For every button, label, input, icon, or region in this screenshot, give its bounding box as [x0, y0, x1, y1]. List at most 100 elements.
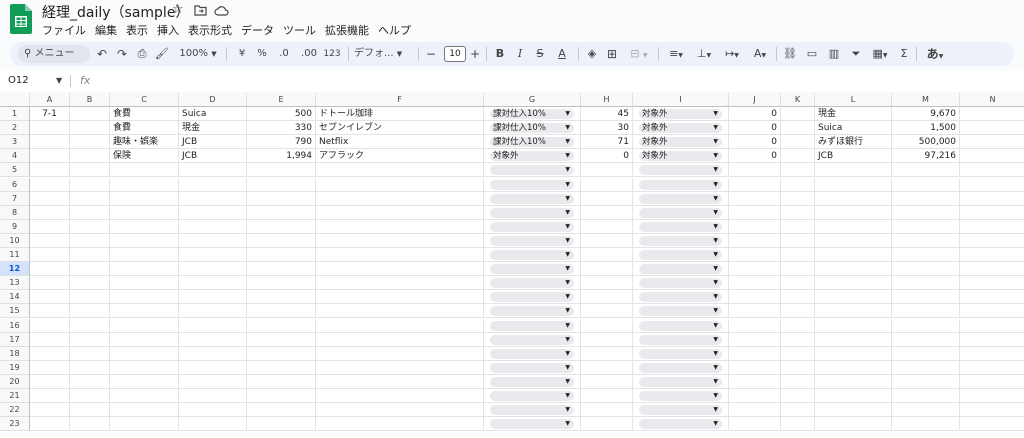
cell-h4[interactable]: 0 — [581, 149, 633, 164]
cell-n23[interactable] — [960, 417, 1024, 432]
cell-g10[interactable]: ▼ — [484, 233, 581, 248]
filter-views-icon[interactable]: ▦▼ — [868, 42, 892, 66]
cell-i14[interactable]: ▼ — [633, 290, 729, 305]
cell-l18[interactable] — [815, 346, 892, 361]
cell-b11[interactable] — [70, 248, 110, 262]
cell-k19[interactable] — [781, 360, 815, 375]
dropdown-chip[interactable]: ▼ — [490, 334, 574, 345]
increase-decimal-button[interactable]: .00 — [298, 42, 320, 66]
cell-g12[interactable]: ▼ — [484, 262, 581, 277]
dropdown-chip[interactable]: ▼ — [490, 250, 574, 260]
cell-e13[interactable] — [247, 276, 316, 291]
cell-g9[interactable]: ▼ — [484, 219, 581, 234]
cell-i17[interactable]: ▼ — [633, 332, 729, 347]
cell-k20[interactable] — [781, 374, 815, 389]
column-header-g[interactable]: G — [484, 93, 581, 107]
cell-j16[interactable] — [729, 318, 781, 333]
cell-k1[interactable] — [781, 107, 815, 121]
cell-h1[interactable]: 45 — [581, 107, 633, 121]
cell-d1[interactable]: Suica — [179, 107, 247, 121]
cell-h6[interactable] — [581, 177, 633, 192]
cell-m11[interactable] — [892, 248, 960, 262]
cell-d13[interactable] — [179, 276, 247, 291]
cell-f1[interactable]: ドトール珈琲 — [316, 107, 484, 121]
undo-icon[interactable]: ↶ — [94, 42, 110, 66]
cell-c18[interactable] — [110, 346, 179, 361]
cell-l22[interactable] — [815, 403, 892, 418]
cell-l11[interactable] — [815, 248, 892, 262]
cell-n21[interactable] — [960, 389, 1024, 403]
dropdown-chip[interactable]: ▼ — [639, 348, 722, 359]
dropdown-chip[interactable]: ▼ — [639, 179, 722, 190]
cell-l6[interactable] — [815, 177, 892, 192]
cell-d19[interactable] — [179, 360, 247, 375]
cell-a2[interactable] — [30, 121, 70, 136]
cell-h7[interactable] — [581, 191, 633, 206]
cell-m20[interactable] — [892, 374, 960, 389]
borders-icon[interactable]: ⊞ — [604, 42, 620, 66]
cell-a4[interactable] — [30, 149, 70, 164]
cell-m3[interactable]: 500,000 — [892, 135, 960, 150]
cell-d21[interactable] — [179, 389, 247, 403]
cell-i13[interactable]: ▼ — [633, 276, 729, 291]
column-header-i[interactable]: I — [633, 93, 729, 107]
dropdown-chip[interactable]: ▼ — [639, 250, 722, 260]
cell-e11[interactable] — [247, 248, 316, 262]
cell-a9[interactable] — [30, 219, 70, 234]
cell-e9[interactable] — [247, 219, 316, 234]
cell-l16[interactable] — [815, 318, 892, 333]
text-color-button[interactable]: A — [554, 42, 570, 66]
cell-c19[interactable] — [110, 360, 179, 375]
cell-m6[interactable] — [892, 177, 960, 192]
cell-b4[interactable] — [70, 149, 110, 164]
cell-n19[interactable] — [960, 361, 1024, 375]
cell-g15[interactable]: ▼ — [484, 304, 581, 319]
cell-c20[interactable] — [110, 374, 179, 389]
cell-m7[interactable] — [892, 191, 960, 206]
cell-l20[interactable] — [815, 374, 892, 389]
cell-f8[interactable] — [316, 205, 484, 220]
cell-e2[interactable]: 330 — [247, 121, 316, 136]
dropdown-chip[interactable]: ▼ — [490, 278, 574, 289]
menu-format[interactable]: 表示形式 — [188, 24, 232, 37]
menu-search[interactable]: ⚲ メニュー — [18, 45, 90, 63]
row-header-22[interactable]: 22 — [0, 403, 30, 418]
cell-f18[interactable] — [316, 346, 484, 361]
cell-i22[interactable]: ▼ — [633, 403, 729, 418]
cell-a6[interactable] — [30, 177, 70, 192]
cell-n9[interactable] — [960, 220, 1024, 234]
insert-link-icon[interactable]: ⛓ — [782, 42, 798, 66]
cell-g18[interactable]: ▼ — [484, 346, 581, 361]
column-header-f[interactable]: F — [316, 93, 484, 107]
star-icon[interactable]: ☆ — [172, 2, 184, 17]
menu-file[interactable]: ファイル — [42, 24, 86, 37]
insert-comment-icon[interactable]: ▭ — [804, 42, 820, 66]
dropdown-chip[interactable]: ▼ — [490, 292, 574, 303]
cell-c11[interactable] — [110, 248, 179, 262]
cell-e20[interactable] — [247, 374, 316, 389]
cell-g20[interactable]: ▼ — [484, 374, 581, 389]
cell-g2[interactable]: 課対仕入10% ▼ — [484, 121, 581, 136]
cell-m16[interactable] — [892, 318, 960, 333]
cell-l1[interactable]: 現金 — [815, 107, 892, 121]
cell-k21[interactable] — [781, 389, 815, 403]
cell-d11[interactable] — [179, 248, 247, 262]
cell-m12[interactable] — [892, 262, 960, 277]
cell-g7[interactable]: ▼ — [484, 191, 581, 206]
row-header-16[interactable]: 16 — [0, 318, 30, 333]
cell-c13[interactable] — [110, 276, 179, 291]
cell-m14[interactable] — [892, 290, 960, 305]
column-header-l[interactable]: L — [815, 93, 892, 107]
cell-h20[interactable] — [581, 374, 633, 389]
cell-h11[interactable] — [581, 248, 633, 262]
font-size-input[interactable]: 10 — [444, 46, 466, 62]
cell-n22[interactable] — [960, 403, 1024, 418]
cell-l8[interactable] — [815, 205, 892, 220]
functions-button[interactable]: Σ — [896, 42, 912, 66]
row-header-2[interactable]: 2 — [0, 121, 30, 136]
dropdown-chip[interactable]: 対象外 ▼ — [639, 151, 722, 162]
cell-a16[interactable] — [30, 318, 70, 333]
cell-a23[interactable] — [30, 417, 70, 432]
cell-j4[interactable]: 0 — [729, 149, 781, 164]
cell-d18[interactable] — [179, 346, 247, 361]
